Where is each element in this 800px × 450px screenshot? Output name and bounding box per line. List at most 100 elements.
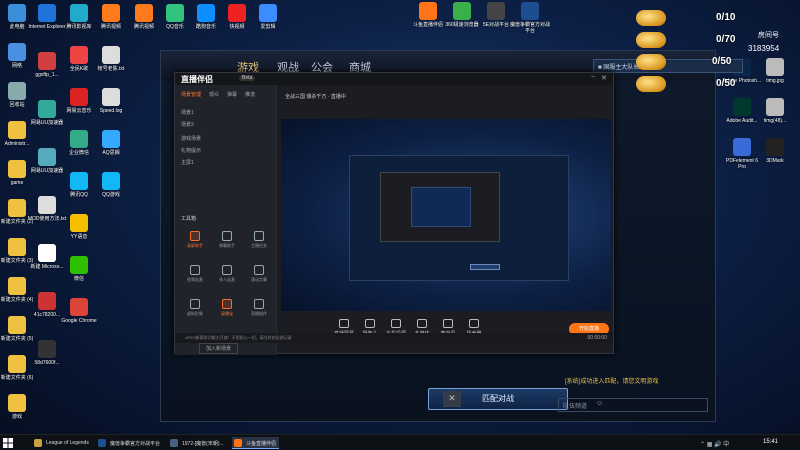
shortcut-label: Google Chrome (61, 318, 97, 324)
desktop-shortcut[interactable]: QQ游戏 (91, 172, 131, 198)
tool-item[interactable]: 弹幕助手 (213, 231, 241, 249)
app-icon (8, 82, 26, 100)
shortcut-label: 3DMark (766, 158, 784, 164)
emoji-icon[interactable]: ☺ (596, 400, 603, 407)
chest-icon (636, 32, 666, 48)
tool-icon (222, 265, 232, 275)
room-label: 房间号 (758, 32, 779, 39)
cancel-match-button[interactable]: ✕ (443, 391, 461, 407)
shortcut-label: AQ思搁 (102, 150, 120, 156)
taskbar: League of Legends 魔兽争霸官方对战平台 1972-[魔兽(宋朝).… (0, 434, 800, 450)
tool-item[interactable]: 直播插件 (245, 299, 273, 317)
desktop-shortcut[interactable]: 魔兽争霸官方对战平台 (510, 2, 550, 34)
shortcut-label: timg.jpg (766, 78, 784, 84)
app-icon (733, 98, 751, 116)
source-item[interactable]: 游戏场景 (181, 135, 201, 142)
tool-label: 视频连麦 (187, 277, 203, 282)
clock: 15:41 (762, 439, 778, 445)
app-icon (38, 100, 56, 118)
app-icon (70, 88, 88, 106)
source-item[interactable]: 场景2 (181, 121, 194, 128)
app-icon (8, 238, 26, 256)
windows-start-icon[interactable] (3, 438, 13, 448)
tool-item[interactable]: 主播任务 (245, 231, 273, 249)
shortcut-label: Administr... (4, 141, 30, 147)
app-icon (487, 2, 505, 20)
desktop-shortcut[interactable]: YY语音 (59, 214, 99, 240)
tab-danmu[interactable]: 弹幕 (227, 91, 237, 98)
app-icon (70, 46, 88, 64)
taskbar-item-label: 斗鱼直播伴侣 (246, 441, 277, 447)
desktop-shortcut[interactable]: 新建文件夹 (5) (0, 316, 37, 342)
app-icon (8, 316, 26, 334)
taskbar-item[interactable]: League of Legends (32, 437, 92, 449)
app-icon (766, 98, 784, 116)
system-message: [系统]成功进入匹配，请您文明游戏 (565, 379, 659, 385)
desktop-shortcut[interactable]: timg.jpg (755, 58, 795, 84)
app-icon (8, 199, 26, 217)
app-icon (8, 43, 26, 61)
app-logo: 直播伴侣 (181, 75, 213, 84)
desktop-shortcut[interactable]: AQ思搁 (91, 130, 131, 156)
preview-area: 全战三国 爆杀千万 · 直播中 直播屏幕摄像头手机投屏多媒体麦克风扬声器 开始直… (279, 85, 615, 355)
tool-item[interactable]: 录屏助手 (181, 231, 209, 249)
app-icon (38, 196, 56, 214)
shortcut-label: 爱剪辑 (260, 24, 276, 30)
app-icon (38, 52, 56, 70)
app-icon (38, 148, 56, 166)
tool-item[interactable]: 视频连麦 (181, 265, 209, 283)
taskbar-app-icon (98, 439, 106, 447)
chat-channel-input[interactable]: 队伍频道 (558, 398, 708, 412)
app-icon (102, 172, 120, 190)
app-titlebar: 直播伴侣 Beta ✕ − (175, 73, 613, 85)
app-icon (521, 2, 539, 20)
desktop-shortcut[interactable]: 爱剪辑 (248, 4, 288, 30)
tool-label: 录屏助手 (187, 243, 203, 248)
shortcut-label: 游戏 (11, 414, 22, 420)
tool-item[interactable]: 多人连麦 (213, 265, 241, 283)
tool-item[interactable]: 虚拟形象 (181, 299, 209, 317)
tab-scenes[interactable]: 场景管理 (181, 91, 201, 98)
desktop-shortcut[interactable]: 58d7600f... (27, 340, 67, 366)
source-item[interactable]: 场景1 (181, 109, 194, 116)
source-item[interactable]: 主屏1 (181, 159, 194, 166)
tool-item[interactable]: 滚动字幕 (245, 265, 273, 283)
nested-match-button (470, 264, 500, 270)
live-preview (281, 119, 611, 311)
app-icon (8, 277, 26, 295)
close-icon[interactable]: ✕ (601, 74, 607, 82)
tab-audience[interactable]: 观众 (209, 91, 219, 98)
app-icon (8, 160, 26, 178)
tool-icon (254, 265, 264, 275)
control-icon (391, 319, 401, 328)
source-item[interactable]: 礼物提示 (181, 147, 201, 154)
stat-counter: 0/70 (716, 34, 736, 45)
desktop-shortcut[interactable]: 游戏 (0, 394, 37, 420)
desktop-shortcut[interactable]: timg(48)... (755, 98, 795, 124)
desktop-shortcut[interactable]: 3DMark (755, 138, 795, 164)
coin-icon (636, 54, 666, 70)
desktop-shortcut[interactable]: 帐号老陈.txt (91, 46, 131, 72)
app-icon (70, 172, 88, 190)
minimize-icon[interactable]: − (591, 74, 595, 81)
tool-item[interactable]: 录播宝 (213, 299, 241, 317)
taskbar-app-icon (34, 439, 42, 447)
app-icon (766, 138, 784, 156)
taskbar-item[interactable]: 1972-[魔兽(宋朝)... (168, 437, 227, 449)
tab-stream[interactable]: 推流 (245, 91, 255, 98)
taskbar-item-label: 1972-[魔兽(宋朝)... (182, 441, 224, 447)
app-icon (8, 394, 26, 412)
desktop-shortcut[interactable]: 微信 (59, 256, 99, 282)
shortcut-label: 微信 (73, 276, 84, 282)
tool-label: 虚拟形象 (187, 311, 203, 316)
app-icon (102, 130, 120, 148)
tool-label: 主播任务 (251, 243, 267, 248)
shortcut-label: ggsftp_1... (35, 72, 59, 78)
taskbar-item[interactable]: 斗鱼直播伴侣 (232, 437, 280, 449)
taskbar-item[interactable]: 魔兽争霸官方对战平台 (96, 437, 163, 449)
add-scene-button[interactable]: 加入新场景 (199, 343, 239, 354)
system-tray[interactable]: ⌃ ▦ 🔊 中 (700, 439, 729, 448)
scene-panel: 场景管理 观众 弹幕 推流 场景1 场景2 游戏场景 礼物提示 主屏1 工具箱 … (175, 85, 277, 355)
desktop-shortcut[interactable]: Google Chrome (59, 298, 99, 324)
desktop-shortcut[interactable]: Speed.log (91, 88, 131, 114)
